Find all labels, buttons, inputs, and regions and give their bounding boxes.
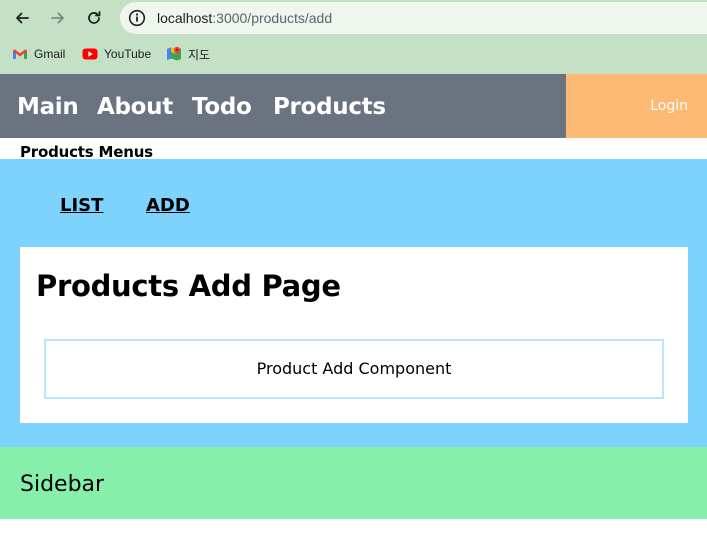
nav-link-todo[interactable]: Todo (192, 93, 252, 121)
sidebar: Sidebar (0, 447, 707, 519)
menu-link-add[interactable]: ADD (146, 195, 190, 217)
sidebar-label: Sidebar (20, 472, 105, 497)
gmail-icon (12, 46, 28, 62)
bookmark-gmail[interactable]: Gmail (12, 45, 65, 63)
site-info-icon[interactable] (128, 9, 146, 27)
nav-link-main[interactable]: Main (17, 93, 79, 121)
url-text[interactable]: localhost:3000/products/add (157, 9, 332, 27)
menu-link-list[interactable]: LIST (60, 195, 103, 217)
reload-button[interactable] (82, 6, 106, 30)
page-title: Products Add Page (36, 269, 341, 303)
maps-icon (166, 46, 182, 62)
bookmark-youtube[interactable]: YouTube (82, 45, 151, 63)
bookmark-maps[interactable]: 지도 (166, 45, 210, 63)
arrow-right-icon (51, 12, 64, 24)
browser-toolbar: localhost:3000/products/add (0, 0, 707, 36)
forward-button[interactable] (46, 6, 70, 30)
url-path: :3000/products/add (212, 10, 333, 26)
bookmark-label: 지도 (188, 47, 211, 62)
url-host: localhost (157, 10, 213, 26)
address-bar[interactable]: localhost:3000/products/add (120, 2, 707, 34)
login-link[interactable]: Login (650, 97, 688, 115)
bookmark-label: YouTube (104, 47, 152, 61)
bookmarks-bar: Gmail YouTube 지도 (0, 36, 707, 74)
nav-link-products[interactable]: Products (273, 93, 386, 121)
page: Main About Todo Products Login Products … (0, 74, 707, 546)
youtube-icon (82, 46, 98, 62)
product-add-component: Product Add Component (44, 339, 664, 399)
main-nav: Main About Todo Products (0, 74, 566, 138)
component-label: Product Add Component (256, 359, 452, 378)
bookmark-label: Gmail (34, 47, 66, 61)
page-card: Products Add Page Product Add Component (20, 247, 688, 423)
back-button[interactable] (10, 6, 34, 30)
login-area: Login (566, 74, 707, 138)
reload-icon (88, 11, 101, 24)
arrow-left-icon (16, 12, 29, 24)
nav-link-about[interactable]: About (97, 93, 173, 121)
